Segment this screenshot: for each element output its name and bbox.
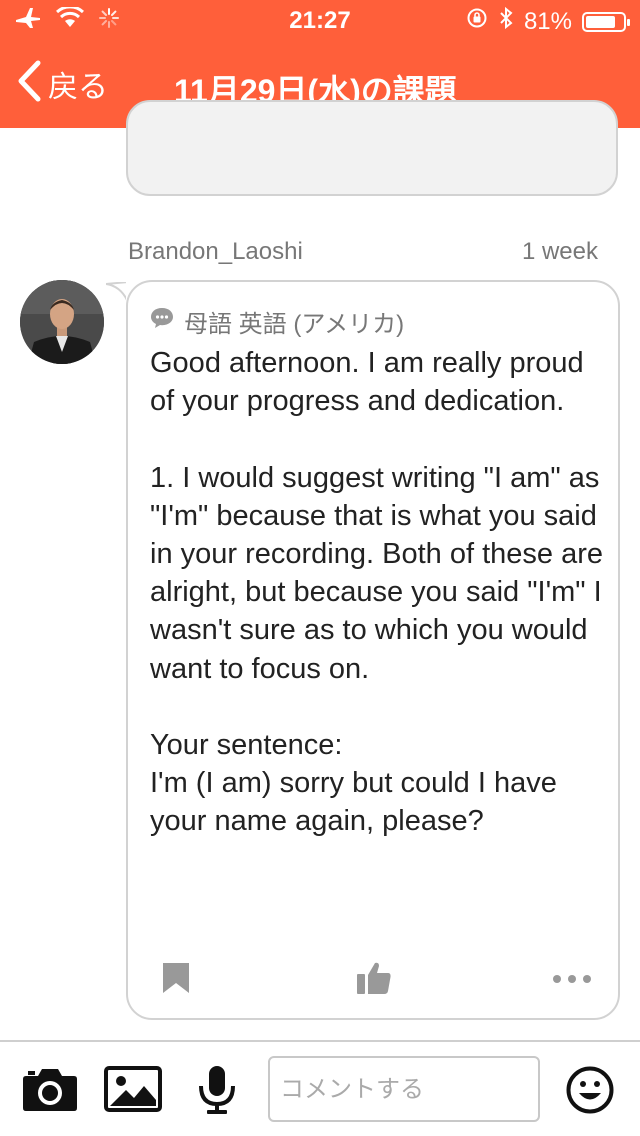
correction-comment-bubble: 母語 英語 (アメリカ) Good afternoon. I am really… [126, 280, 620, 1020]
native-language-row: 母語 英語 (アメリカ) [150, 304, 404, 339]
back-label: 戻る [48, 70, 108, 104]
avatar[interactable] [20, 280, 104, 364]
battery-percent: 81% [523, 7, 572, 35]
comment-composer [0, 1040, 640, 1136]
native-language-label: 母語 英語 (アメリカ) [184, 311, 405, 338]
camera-button[interactable] [22, 1066, 78, 1117]
bluetooth-icon [498, 6, 514, 37]
previous-message-bubble [126, 100, 618, 196]
comment-author[interactable]: Brandon_Laoshi [128, 238, 303, 266]
comment-message: Good afternoon. I am really proud of you… [150, 347, 603, 838]
chevron-left-icon [16, 60, 42, 107]
emoji-button[interactable] [566, 1066, 614, 1119]
comment-timestamp: 1 week [521, 238, 598, 265]
like-button[interactable] [356, 960, 392, 1001]
microphone-button[interactable] [198, 1064, 236, 1121]
battery-icon [582, 11, 630, 32]
back-button[interactable]: 戻る [16, 60, 108, 107]
orientation-lock-icon [466, 7, 488, 36]
speech-bubble-icon [150, 307, 174, 336]
comment-input[interactable] [268, 1056, 540, 1122]
status-bar: 21:27 81% [0, 0, 640, 40]
image-button[interactable] [104, 1066, 162, 1117]
more-options-button[interactable] [552, 972, 592, 990]
bookmark-button[interactable] [162, 962, 190, 999]
comment-actions [128, 960, 618, 1000]
